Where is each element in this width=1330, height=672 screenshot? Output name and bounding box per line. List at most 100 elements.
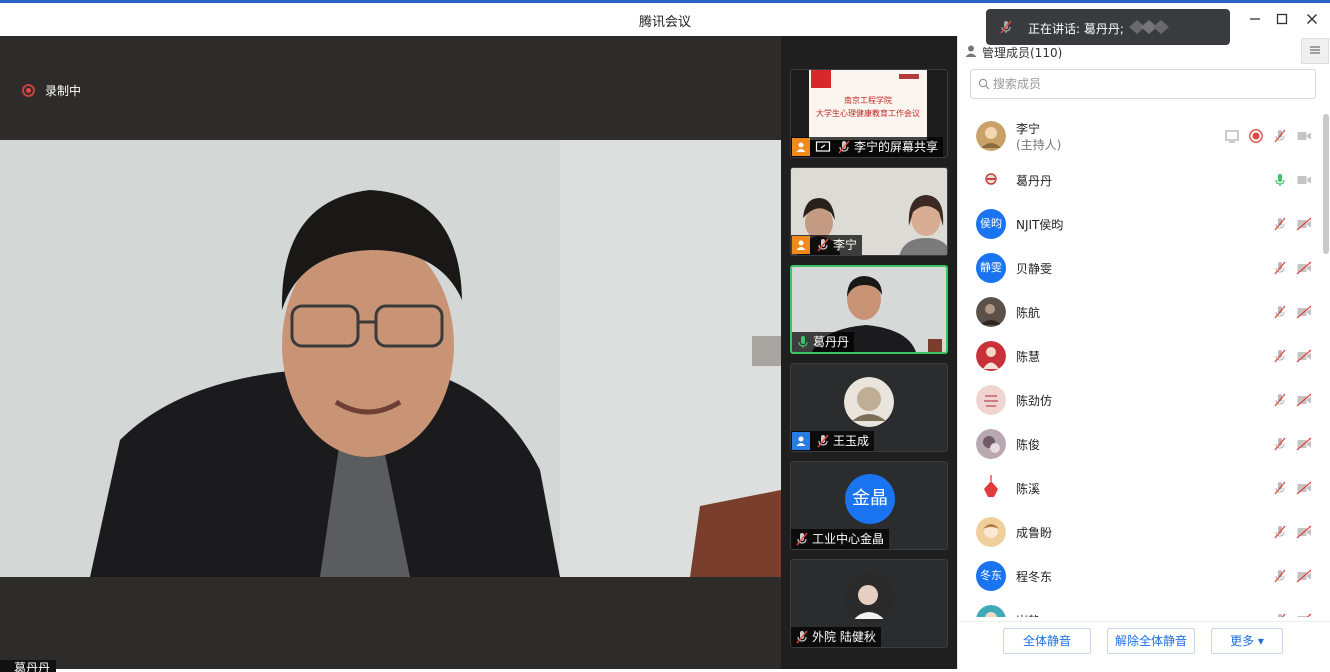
screen-share-icon	[815, 141, 831, 152]
speaker-video	[0, 140, 781, 577]
mic-muted-icon[interactable]	[1272, 260, 1288, 276]
member-item[interactable]: 李宁 (主持人)	[958, 114, 1330, 158]
member-item[interactable]: 陈俊	[958, 422, 1330, 466]
thumbnail-name: 葛丹丹	[813, 335, 850, 349]
member-item[interactable]: 陈航	[958, 290, 1330, 334]
member-panel: 管理成员(110) 李宁 (主持人) 葛丹丹 侯昀	[957, 36, 1330, 669]
member-role: (主持人)	[1016, 138, 1062, 152]
record-icon[interactable]	[1248, 128, 1264, 144]
member-search-input[interactable]	[993, 74, 1303, 94]
member-count-title: 管理成员(110)	[982, 46, 1063, 60]
member-name: 陈航	[1016, 306, 1041, 320]
more-button[interactable]: 更多 ▾	[1211, 628, 1283, 654]
mic-muted-icon[interactable]	[1272, 436, 1288, 452]
member-item[interactable]: 冬东 程冬东	[958, 554, 1330, 598]
minimize-button[interactable]	[1244, 11, 1266, 31]
thumbnail-screen-share[interactable]: 南京工程学院 大学生心理健康教育工作会议 李宁的屏幕共享	[790, 69, 948, 158]
mic-muted-icon[interactable]	[1272, 524, 1288, 540]
camera-off-icon[interactable]	[1296, 524, 1312, 540]
member-item[interactable]: 陈溪	[958, 466, 1330, 510]
mic-muted-icon	[796, 630, 808, 644]
member-name: 贝静雯	[1016, 262, 1053, 276]
mic-muted-icon[interactable]	[1272, 216, 1288, 232]
recording-status: 录制中	[22, 82, 81, 99]
thumbnail-participant[interactable]: 外院 陆健秋	[790, 559, 948, 648]
member-list: 李宁 (主持人) 葛丹丹 侯昀 NJIT侯昀 静雯 贝静雯 陈航 陈慧 陈劲仿 …	[958, 112, 1330, 617]
mic-muted-icon[interactable]	[1272, 348, 1288, 364]
search-icon	[978, 78, 990, 90]
host-badge-icon	[792, 236, 810, 254]
thumbnail-name: 工业中心金晶	[812, 532, 885, 546]
thumbnail-label: 李宁的屏幕共享	[791, 137, 944, 157]
thumbnail-name: 李宁的屏幕共享	[854, 140, 939, 154]
thumbnail-participant[interactable]: 王玉成	[790, 363, 948, 452]
main-video-name-label: 葛丹丹	[0, 660, 57, 672]
camera-off-icon[interactable]	[1296, 612, 1312, 617]
member-name: 葛丹丹	[1016, 174, 1053, 188]
screen-share-icon[interactable]	[1224, 128, 1240, 144]
user-badge-icon	[792, 432, 810, 450]
member-name: 陈溪	[1016, 482, 1041, 496]
member-item[interactable]: 侯昀 NJIT侯昀	[958, 202, 1330, 246]
mic-muted-icon[interactable]	[1272, 392, 1288, 408]
member-name: 程冬东	[1016, 570, 1053, 584]
mic-active-icon[interactable]	[1272, 172, 1288, 188]
minimize-icon	[1250, 18, 1260, 20]
thumbnail-label: 工业中心金晶	[791, 529, 890, 549]
member-avatar	[976, 605, 1006, 617]
member-avatar	[976, 429, 1006, 459]
main-video-area[interactable]: 录制中 葛丹丹	[0, 36, 781, 672]
camera-off-icon[interactable]	[1296, 568, 1312, 584]
speaker-video-image	[0, 140, 781, 577]
mic-muted-icon[interactable]	[1272, 304, 1288, 320]
member-name: NJIT侯昀	[1016, 218, 1064, 232]
camera-off-icon[interactable]	[1296, 348, 1312, 364]
thumbnail-participant[interactable]: 金晶 工业中心金晶	[790, 461, 948, 550]
panel-menu-button[interactable]	[1301, 38, 1329, 64]
member-item[interactable]: 崔静	[958, 598, 1330, 617]
mic-muted-icon	[817, 434, 829, 448]
maximize-icon	[1276, 13, 1288, 25]
camera-off-icon[interactable]	[1296, 260, 1312, 276]
thumbnail-label: 王玉成	[791, 431, 875, 451]
camera-off-icon[interactable]	[1296, 392, 1312, 408]
mic-muted-icon	[796, 532, 808, 546]
member-item[interactable]: 陈劲仿	[958, 378, 1330, 422]
member-panel-footer: 全体静音 解除全体静音 更多 ▾	[958, 621, 1330, 669]
unmute-all-button[interactable]: 解除全体静音	[1107, 628, 1195, 654]
close-button[interactable]	[1301, 11, 1323, 31]
mic-muted-icon	[838, 140, 850, 154]
maximize-button[interactable]	[1271, 11, 1293, 31]
slide-line-2: 大学生心理健康教育工作会议	[816, 108, 920, 118]
member-name: 陈慧	[1016, 350, 1041, 364]
mute-all-button[interactable]: 全体静音	[1003, 628, 1091, 654]
thumbnail-participant-active[interactable]: 葛丹丹	[790, 265, 948, 354]
mic-muted-icon[interactable]	[1272, 612, 1288, 617]
camera-icon[interactable]	[1296, 128, 1312, 144]
member-text-avatar: 侯昀	[976, 209, 1006, 239]
camera-off-icon[interactable]	[1296, 216, 1312, 232]
thumbnail-label: 李宁	[791, 235, 863, 255]
camera-off-icon[interactable]	[1296, 436, 1312, 452]
thumbnail-participant[interactable]: 李宁	[790, 167, 948, 256]
mic-muted-icon[interactable]	[1272, 480, 1288, 496]
person-icon	[965, 45, 977, 57]
speaker-avatar-blur	[1129, 20, 1169, 34]
member-item[interactable]: 葛丹丹	[958, 158, 1330, 202]
host-badge-icon	[792, 138, 810, 156]
member-item[interactable]: 静雯 贝静雯	[958, 246, 1330, 290]
mic-muted-icon[interactable]	[1272, 568, 1288, 584]
member-item[interactable]: 成鲁盼	[958, 510, 1330, 554]
camera-off-icon[interactable]	[1296, 480, 1312, 496]
mic-muted-icon[interactable]	[1272, 128, 1288, 144]
thumbnail-name: 外院 陆健秋	[812, 630, 876, 644]
mic-active-icon	[798, 336, 808, 348]
camera-icon[interactable]	[1296, 172, 1312, 188]
participant-text-avatar: 金晶	[845, 474, 895, 524]
member-search-box[interactable]	[970, 69, 1316, 99]
member-text-avatar: 冬东	[976, 561, 1006, 591]
recording-label: 录制中	[45, 84, 82, 98]
member-item[interactable]: 陈慧	[958, 334, 1330, 378]
member-name: 陈劲仿	[1016, 394, 1053, 408]
camera-off-icon[interactable]	[1296, 304, 1312, 320]
